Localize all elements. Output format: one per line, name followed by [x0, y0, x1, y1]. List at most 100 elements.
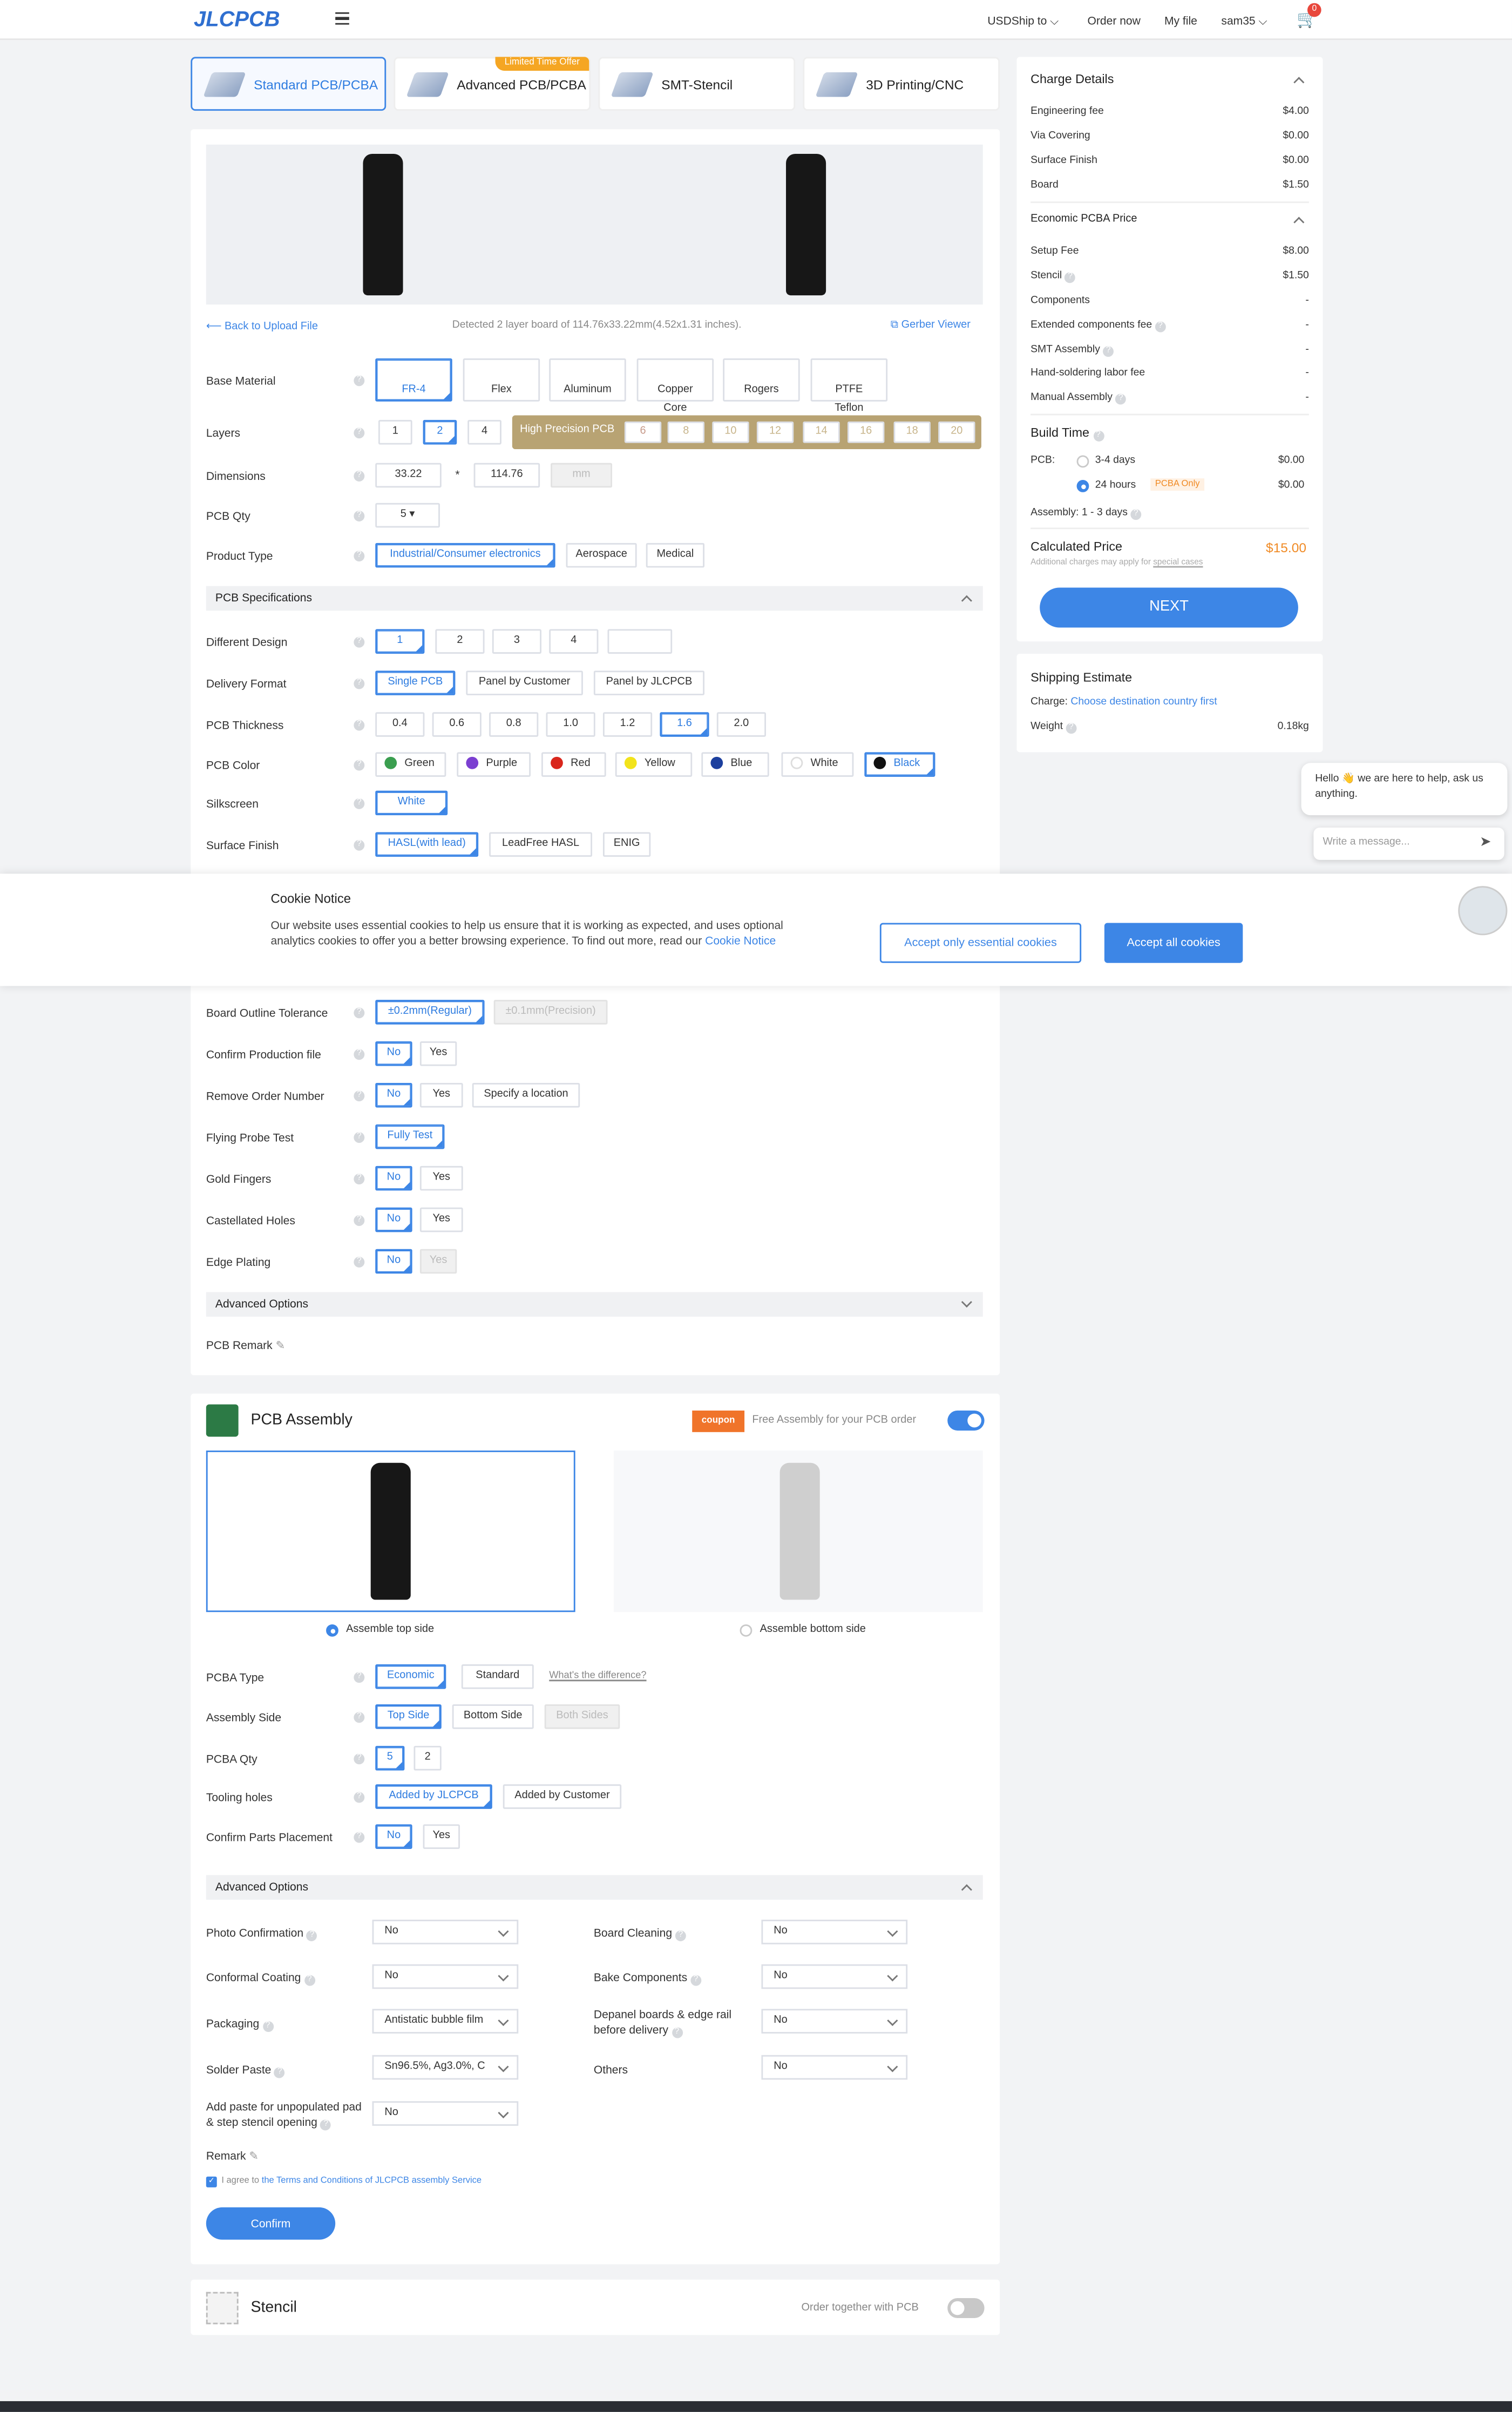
chat-input[interactable]: Write a message...	[1313, 827, 1504, 860]
others-select[interactable]: No	[761, 2055, 908, 2080]
tab-standard-pcb[interactable]: Standard PCB/PCBA	[191, 57, 387, 111]
product-medical[interactable]: Medical	[646, 543, 705, 568]
accept-essential-button[interactable]: Accept only essential cookies	[879, 923, 1082, 963]
agree-checkbox[interactable]: ✓	[206, 2176, 217, 2187]
design-custom-input[interactable]	[607, 629, 673, 654]
next-button[interactable]: NEXT	[1040, 587, 1298, 628]
bake-components-select[interactable]: No	[761, 1964, 908, 1989]
delivery-panel-customer[interactable]: Panel by Customer	[466, 670, 583, 695]
color-blue[interactable]: Blue	[701, 752, 769, 777]
jlcpcb-logo[interactable]: JLCPCB	[194, 6, 280, 31]
remove-order-no[interactable]: No	[375, 1082, 412, 1108]
color-purple[interactable]: Purple	[457, 752, 531, 777]
confirm-parts-yes[interactable]: Yes	[423, 1824, 460, 1849]
accept-all-button[interactable]: Accept all cookies	[1104, 923, 1243, 963]
layers-1[interactable]: 1	[378, 419, 412, 445]
tab-smt-stencil[interactable]: SMT-Stencil	[598, 57, 796, 111]
terms-link[interactable]: the Terms and Conditions of JLCPCB assem…	[262, 2177, 482, 2186]
user-menu[interactable]: sam35 ⌵	[1221, 14, 1267, 29]
help-icon[interactable]: ?	[354, 1256, 365, 1268]
help-icon[interactable]: ?	[354, 1712, 365, 1723]
gold-fingers-no[interactable]: No	[375, 1166, 412, 1191]
conformal-coating-select[interactable]: No	[372, 1964, 519, 1989]
unit-select[interactable]: mm	[551, 463, 613, 488]
help-icon[interactable]: ?	[354, 1672, 365, 1683]
finish-hasl-lead[interactable]: HASL(with lead)	[375, 832, 479, 857]
layers-14[interactable]: 14	[803, 421, 840, 443]
advanced-options-header[interactable]: Advanced Options	[206, 1292, 983, 1317]
material-ptfe[interactable]: PTFE Teflon	[810, 358, 888, 414]
layers-16[interactable]: 16	[847, 421, 885, 443]
confirm-file-no[interactable]: No	[375, 1041, 412, 1066]
menu-icon[interactable]	[335, 12, 349, 25]
layers-18[interactable]: 18	[893, 421, 931, 443]
castellated-no[interactable]: No	[375, 1207, 412, 1232]
remove-order-yes[interactable]: Yes	[419, 1082, 463, 1108]
send-icon[interactable]: ➤	[1480, 834, 1491, 850]
help-icon[interactable]: ?	[354, 1132, 365, 1143]
height-input[interactable]: 114.76	[473, 463, 540, 488]
gold-fingers-yes[interactable]: Yes	[419, 1166, 463, 1191]
pcba-type-standard[interactable]: Standard	[461, 1664, 534, 1689]
help-icon[interactable]: ?	[274, 2067, 286, 2078]
help-icon[interactable]: ?	[354, 1049, 365, 1060]
help-icon[interactable]: ?	[354, 551, 365, 562]
assembly-both-sides[interactable]: Both Sides	[544, 1704, 620, 1729]
help-icon[interactable]: ?	[354, 1007, 365, 1019]
design-4[interactable]: 4	[549, 629, 599, 654]
help-icon[interactable]: ?	[1066, 723, 1077, 734]
help-icon[interactable]: ?	[675, 1930, 686, 1941]
help-icon[interactable]: ?	[262, 2021, 273, 2032]
currency-ship-to[interactable]: USDShip to ⌵	[987, 14, 1059, 29]
help-icon[interactable]: ?	[354, 1753, 365, 1765]
design-1[interactable]: 1	[375, 629, 425, 654]
my-file-link[interactable]: My file	[1164, 14, 1197, 28]
stencil-toggle[interactable]	[947, 2298, 985, 2319]
silkscreen-white[interactable]: White	[375, 790, 448, 816]
assembly-bottom-side[interactable]: Bottom Side	[452, 1704, 534, 1729]
product-industrial[interactable]: Industrial/Consumer electronics	[375, 543, 555, 568]
pcb-specifications-header[interactable]: PCB Specifications	[206, 586, 983, 611]
photo-confirmation-select[interactable]: No	[372, 1920, 519, 1944]
pcb-qty-select[interactable]: 5 ▾	[375, 503, 440, 528]
help-icon[interactable]: ?	[354, 678, 365, 689]
help-icon[interactable]: ?	[1130, 509, 1142, 520]
help-icon[interactable]: ?	[354, 470, 365, 482]
build-3-4-days-radio[interactable]	[1076, 455, 1089, 468]
choose-country-link[interactable]: Choose destination country first	[1070, 697, 1217, 708]
tolerance-precision[interactable]: ±0.1mm(Precision)	[493, 1000, 608, 1025]
color-yellow[interactable]: Yellow	[615, 752, 693, 777]
layers-20[interactable]: 20	[938, 421, 975, 443]
material-flex[interactable]: Flex	[463, 358, 540, 402]
thickness-0-8[interactable]: 0.8	[489, 712, 539, 737]
help-icon[interactable]: ?	[306, 1930, 317, 1941]
board-cleaning-select[interactable]: No	[761, 1920, 908, 1944]
thickness-0-4[interactable]: 0.4	[375, 712, 425, 737]
cookie-notice-link[interactable]: Cookie Notice	[705, 934, 776, 948]
layers-12[interactable]: 12	[756, 421, 794, 443]
help-icon[interactable]: ?	[354, 511, 365, 521]
help-icon[interactable]: ?	[304, 1975, 315, 1986]
design-3[interactable]: 3	[492, 629, 541, 654]
help-icon[interactable]: ?	[1103, 346, 1114, 357]
help-icon[interactable]: ?	[354, 720, 365, 731]
layers-10[interactable]: 10	[712, 421, 749, 443]
assembly-top-side[interactable]: Top Side	[375, 1704, 442, 1729]
finish-leadfree-hasl[interactable]: LeadFree HASL	[489, 832, 593, 857]
help-icon[interactable]: ?	[354, 1215, 365, 1226]
edge-plating-yes[interactable]: Yes	[419, 1249, 457, 1274]
depanel-select[interactable]: No	[761, 2009, 908, 2034]
color-green[interactable]: Green	[375, 752, 446, 777]
assembly-toggle[interactable]	[947, 1410, 985, 1431]
color-red[interactable]: Red	[541, 752, 606, 777]
help-icon[interactable]: ?	[354, 839, 365, 851]
confirm-file-yes[interactable]: Yes	[419, 1041, 457, 1066]
help-icon[interactable]: ?	[354, 1090, 365, 1102]
delivery-panel-jlcpcb[interactable]: Panel by JLCPCB	[593, 670, 705, 695]
pcba-type-economic[interactable]: Economic	[375, 1664, 446, 1689]
help-icon[interactable]: ?	[1115, 394, 1127, 405]
help-icon[interactable]: ?	[354, 798, 365, 809]
help-icon[interactable]: ?	[354, 1792, 365, 1803]
layers-6[interactable]: 6	[624, 421, 662, 443]
confirm-parts-no[interactable]: No	[375, 1824, 412, 1849]
